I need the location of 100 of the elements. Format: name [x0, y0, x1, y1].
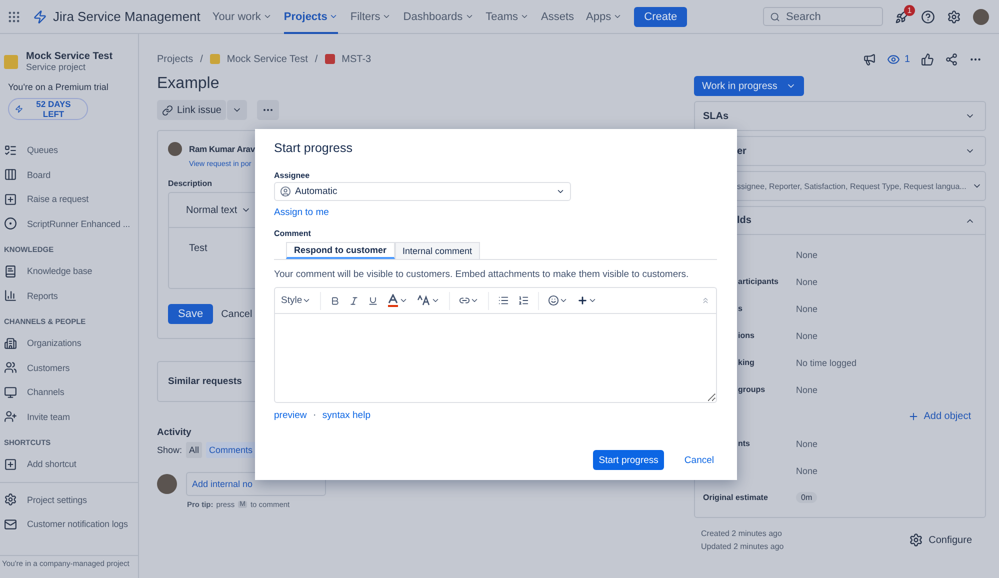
created-time: Created 2 minutes ago — [701, 528, 783, 540]
trial-text: You're on a Premium trial — [7, 81, 110, 92]
field-value: None — [796, 250, 818, 260]
save-button[interactable]: Save — [168, 304, 214, 324]
start-progress-button[interactable]: Start progress — [592, 450, 664, 470]
sidebar-item[interactable]: Raise a request — [0, 187, 138, 212]
reporter-name: Ram Kumar Arav — [189, 144, 255, 154]
activity-filter[interactable]: Comments — [206, 442, 256, 458]
nav-menu-item[interactable]: Apps — [586, 0, 622, 34]
caret-icon — [382, 12, 392, 21]
mail-icon — [4, 518, 17, 531]
numbered-list-button[interactable] — [518, 295, 530, 306]
trial-days-button[interactable]: 52 DAYS LEFT — [8, 98, 88, 120]
field-value: None — [796, 330, 818, 340]
italic-button[interactable] — [349, 296, 360, 306]
plus-box-icon — [4, 192, 17, 206]
sidebar-item[interactable]: Knowledge base — [0, 259, 138, 284]
dialog-title: Start progress — [274, 141, 354, 155]
comment-tab[interactable]: Internal comment — [394, 242, 480, 259]
project-type: Service project — [26, 62, 87, 72]
status-button[interactable]: Work in progress — [694, 76, 804, 96]
board-icon — [4, 168, 17, 182]
monitor-icon — [4, 386, 17, 399]
sidebar-item[interactable]: Board — [0, 162, 138, 187]
eye-icon — [887, 52, 900, 66]
create-button[interactable]: Create — [634, 6, 688, 26]
assignee-label: Assignee — [274, 171, 311, 180]
comment-label: Comment — [274, 229, 312, 238]
insert-button[interactable] — [577, 295, 598, 306]
nav-menu-item[interactable]: Your work — [212, 0, 272, 34]
nav-menu-item[interactable]: Dashboards — [403, 0, 474, 34]
sidebar-item[interactable]: ScriptRunner Enhanced ... — [0, 212, 138, 236]
sidebar-item[interactable]: Add shortcut — [0, 452, 138, 476]
link-issue-button[interactable]: Link issue — [157, 100, 226, 120]
nav-menu-item[interactable]: Projects — [284, 0, 338, 34]
style-menu[interactable]: Style — [281, 295, 312, 306]
breadcrumb-link[interactable]: Projects — [157, 54, 194, 64]
bold-button[interactable] — [330, 296, 340, 306]
cancel-link[interactable]: Cancel — [221, 308, 252, 320]
plus-icon — [577, 295, 588, 306]
settings-icon — [4, 493, 17, 506]
add-box-icon — [4, 458, 17, 471]
description-text: Test — [189, 243, 208, 256]
link-button[interactable] — [459, 295, 480, 306]
activity-filter[interactable]: All — [186, 442, 202, 458]
underline-button[interactable] — [368, 296, 378, 306]
panel-title[interactable]: lds — [737, 215, 959, 226]
caret-icon — [302, 296, 312, 305]
smiley-icon — [548, 295, 560, 306]
assign-to-me-link[interactable]: Assign to me — [274, 207, 329, 218]
project-icon — [4, 54, 18, 68]
sidebar-item[interactable]: Project settings — [0, 488, 138, 512]
reporter-avatar — [168, 142, 182, 156]
sidebar-item[interactable]: Customers — [0, 356, 138, 380]
preview-link[interactable]: preview — [274, 410, 307, 420]
bullet-list-button[interactable] — [498, 295, 510, 306]
nav-menu-item[interactable]: Teams — [486, 0, 530, 34]
field-value: None — [796, 438, 818, 448]
text-color-icon — [387, 294, 400, 307]
field-label: king — [738, 358, 754, 367]
book-icon — [4, 264, 17, 278]
sidebar-item[interactable]: Reports — [0, 284, 138, 308]
app-name[interactable]: Jira Service Management — [53, 9, 200, 24]
breadcrumb-link[interactable]: Mock Service Test — [226, 54, 308, 64]
panel-title[interactable]: SLAs — [703, 110, 959, 122]
caret-icon — [470, 296, 480, 305]
sidebar-item[interactable]: Queues — [0, 138, 138, 162]
bar-chart-icon — [4, 289, 17, 302]
syntax-help-link[interactable]: syntax help — [322, 410, 370, 420]
user-avatar — [157, 474, 177, 494]
project-icon — [210, 54, 220, 64]
panel-title[interactable]: er — [737, 146, 959, 156]
nav-menu-item[interactable]: Assets — [541, 0, 574, 34]
field-label: s — [738, 304, 742, 313]
add-object-link[interactable]: Add object — [924, 411, 971, 422]
text-size-button[interactable] — [417, 295, 440, 306]
thumbs-up-icon — [921, 52, 934, 66]
cancel-link[interactable]: Cancel — [684, 454, 714, 466]
megaphone-icon — [863, 52, 876, 66]
field-label: articipants — [738, 277, 778, 286]
panel-title[interactable]: ssignee, Reporter, Satisfaction, Request Type, Request langua... — [737, 182, 966, 190]
nav-menu-item[interactable]: Filters — [350, 0, 392, 34]
sidebar-item[interactable]: Organizations — [0, 331, 138, 356]
watcher-count[interactable]: 1 — [904, 54, 910, 64]
user-avatar[interactable] — [973, 8, 989, 24]
breadcrumb-link[interactable]: MST-3 — [342, 54, 372, 64]
sidebar-item[interactable]: Channels — [0, 380, 138, 404]
sidebar-item[interactable]: Customer notification logs — [0, 512, 138, 536]
search-field[interactable]: Search — [763, 7, 883, 26]
text-color-button[interactable] — [387, 294, 408, 307]
people-icon — [4, 361, 17, 374]
sidebar-item[interactable]: Invite team — [0, 404, 138, 429]
comment-tab[interactable]: Respond to customer — [286, 242, 395, 259]
field-value: None — [796, 466, 818, 476]
configure-link[interactable]: Configure — [928, 534, 972, 546]
assignee-select[interactable]: Automatic — [274, 182, 571, 201]
emoji-button[interactable] — [548, 295, 568, 306]
caret-icon — [431, 296, 440, 305]
caret-icon — [613, 12, 622, 21]
text-style-dropdown[interactable]: Normal text — [186, 204, 238, 216]
